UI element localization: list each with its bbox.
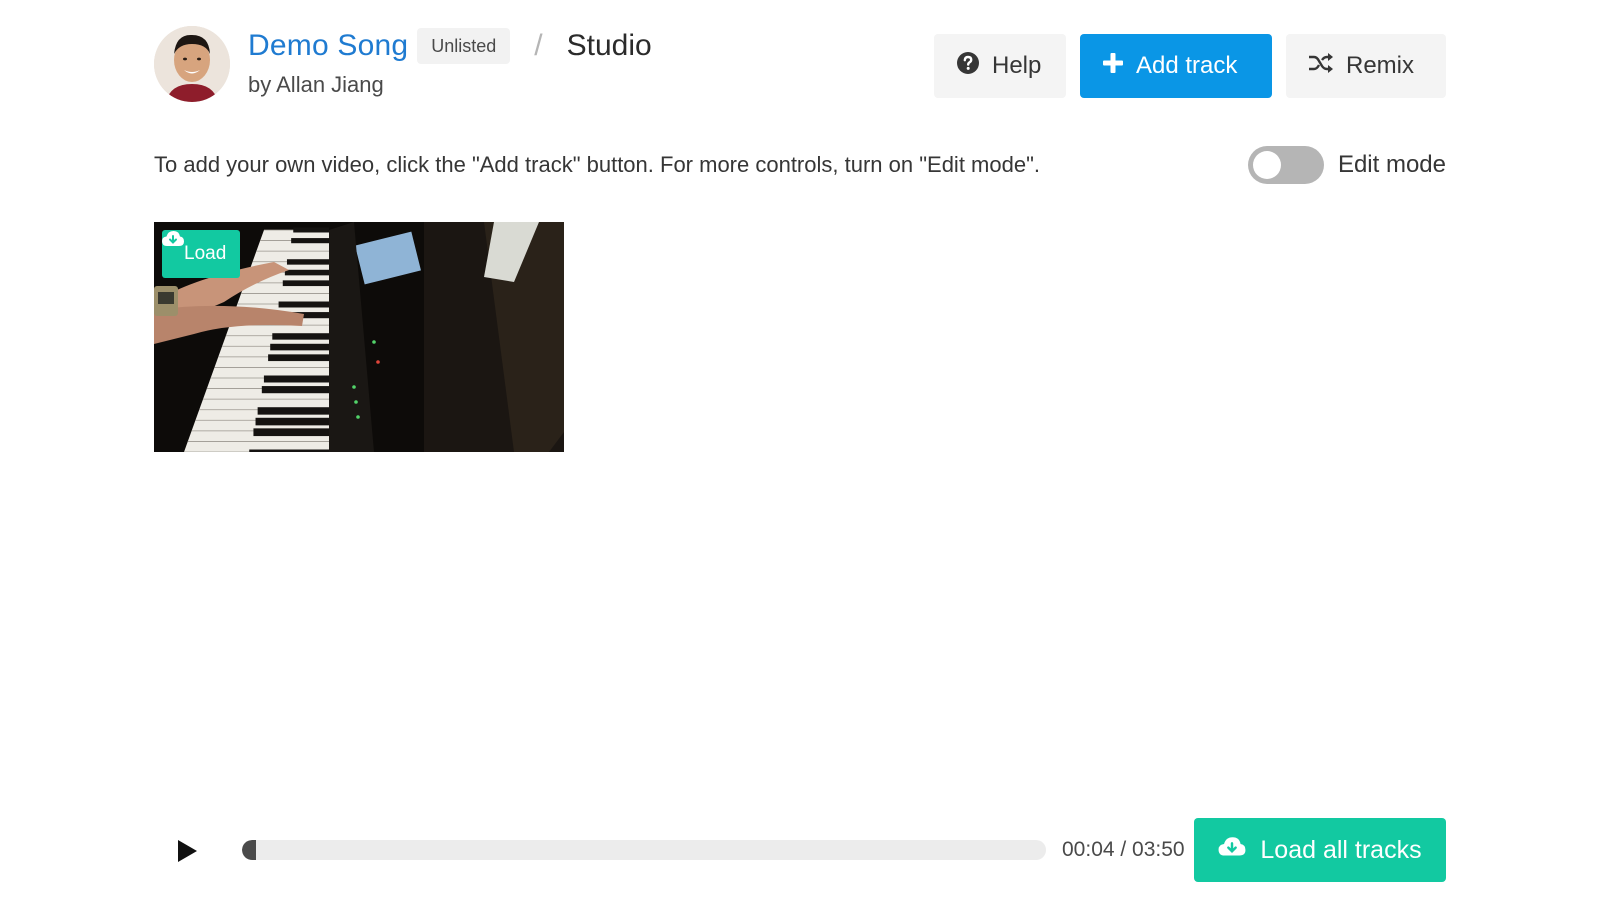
play-icon <box>178 840 197 862</box>
add-track-label: Add track <box>1136 52 1238 79</box>
header: Demo Song Unlisted / Studio by Allan Jia… <box>154 26 1446 106</box>
studio-page: Demo Song Unlisted / Studio by Allan Jia… <box>0 0 1600 897</box>
byline: by Allan Jiang <box>248 72 384 97</box>
help-button[interactable]: Help <box>934 34 1066 98</box>
toggle-knob <box>1252 151 1281 179</box>
load-all-tracks-label: Load all tracks <box>1260 835 1422 864</box>
play-button[interactable] <box>172 836 202 866</box>
instructions-text: To add your own video, click the "Add tr… <box>154 152 1040 177</box>
question-circle-icon <box>956 51 980 82</box>
shuffle-icon <box>1308 52 1334 81</box>
title-block: Demo Song Unlisted / Studio by Allan Jia… <box>248 26 652 98</box>
avatar[interactable] <box>154 26 230 102</box>
load-track-label: Load <box>184 243 227 264</box>
remix-label: Remix <box>1346 52 1415 79</box>
song-title-link[interactable]: Demo Song <box>248 29 408 63</box>
user-avatar-icon <box>154 26 230 102</box>
breadcrumb-separator: / <box>534 29 543 62</box>
section-title: Studio <box>566 29 652 62</box>
load-track-button[interactable]: Load <box>162 230 241 278</box>
help-button-label: Help <box>992 52 1042 79</box>
player-bar: 00:04 / 03:50 Load all tracks <box>154 818 1446 882</box>
edit-mode-label: Edit mode <box>1337 151 1446 178</box>
load-all-tracks-button[interactable]: Load all tracks <box>1194 818 1446 882</box>
time-readout: 00:04 / 03:50 <box>1062 838 1185 861</box>
progress-fill <box>242 840 256 860</box>
remix-button[interactable]: Remix <box>1286 34 1446 98</box>
title-row: Demo Song Unlisted / Studio <box>248 26 652 66</box>
header-actions: Help Add track Remix <box>934 34 1446 98</box>
cloud-download-icon <box>1218 836 1246 865</box>
add-track-button[interactable]: Add track <box>1080 34 1272 98</box>
edit-mode-control: Edit mode <box>1247 146 1446 184</box>
visibility-tag: Unlisted <box>417 28 511 64</box>
progress-slider[interactable] <box>242 840 1046 860</box>
edit-mode-toggle[interactable] <box>1247 146 1324 184</box>
track-video-tile[interactable]: Load <box>154 222 564 452</box>
plus-icon <box>1102 52 1124 81</box>
